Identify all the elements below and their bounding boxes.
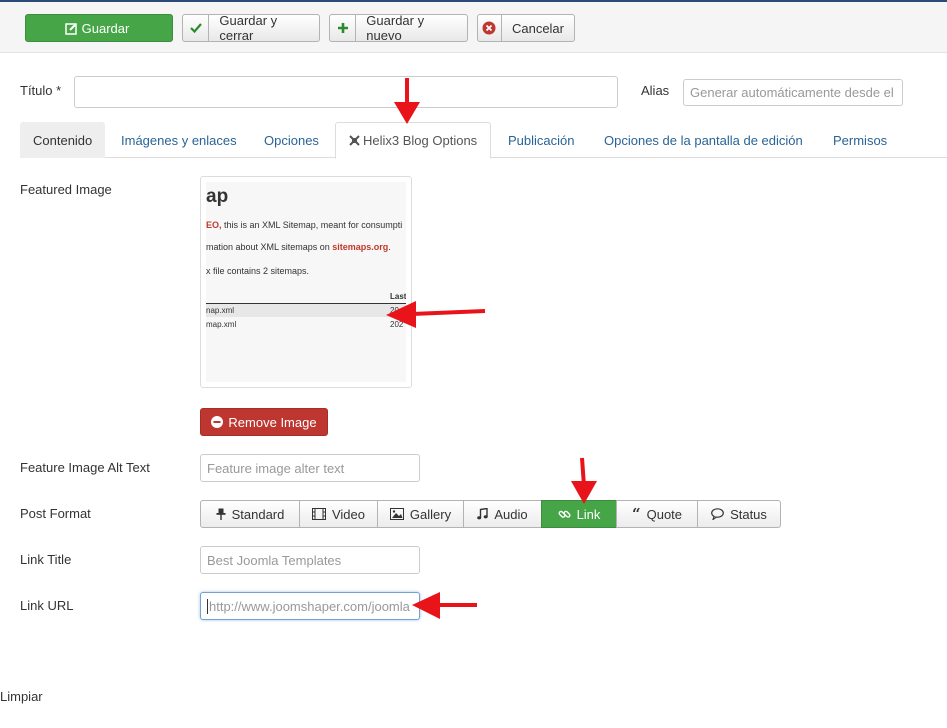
link-title-input[interactable]: Best Joomla Templates <box>200 546 420 574</box>
clear-link[interactable]: Limpiar <box>0 689 43 704</box>
format-audio-label: Audio <box>494 506 528 522</box>
alt-text-label: Feature Image Alt Text <box>20 460 150 475</box>
annotation-arrow-thumbnail <box>386 301 486 328</box>
remove-image-button[interactable]: Remove Image <box>200 408 328 436</box>
format-audio-button[interactable]: Audio <box>463 500 542 528</box>
tab-opciones-pantalla-edicion[interactable]: Opciones de la pantalla de edición <box>591 122 816 158</box>
minus-circle-icon <box>211 416 224 428</box>
annotation-arrow-link-button <box>571 457 597 504</box>
quote-icon: “ <box>631 505 641 523</box>
format-status-label: Status <box>730 506 767 522</box>
title-label: Título * <box>20 83 62 98</box>
thumb-line2-b: sitemaps.org <box>332 242 389 252</box>
save-new-label: Guardar y nuevo <box>366 13 425 43</box>
format-quote-label: Quote <box>646 506 683 522</box>
picture-icon <box>389 508 404 520</box>
tab-bar: Contenido Imágenes y enlaces Opciones He… <box>20 122 947 159</box>
format-gallery-label: Gallery <box>409 506 452 522</box>
music-note-icon <box>477 508 489 520</box>
annotation-arrow-tab <box>394 78 420 124</box>
cancel-icon <box>478 15 502 41</box>
thumb-line2-a: mation about XML sitemaps on <box>206 242 333 252</box>
tab-publicacion[interactable]: Publicación <box>495 122 588 158</box>
remove-image-label: Remove Image <box>228 414 317 430</box>
save-close-label: Guardar y cerrar <box>219 13 278 43</box>
alt-text-input[interactable]: Feature image alter text <box>200 454 420 482</box>
film-icon <box>311 508 326 520</box>
featured-image-thumbnail: ap EO, this is an XML Sitemap, meant for… <box>200 176 412 388</box>
thumb-line1-b: this is an XML Sitemap, meant for consum… <box>221 220 403 230</box>
tab-helix3-blog-options[interactable]: Helix3 Blog Options <box>335 122 492 159</box>
cancel-label: Cancelar <box>511 20 564 36</box>
comment-icon <box>711 508 724 520</box>
post-format-label: Post Format <box>20 506 91 521</box>
plus-icon <box>330 15 357 41</box>
save-label: Guardar <box>81 20 130 36</box>
save-close-button[interactable]: Guardar y cerrar <box>182 13 320 43</box>
thumb-row1: nap.xml <box>206 306 235 315</box>
featured-image-label: Featured Image <box>20 182 112 197</box>
format-link-label: Link <box>576 506 601 522</box>
tab-contenido[interactable]: Contenido <box>20 122 106 158</box>
link-title-label: Link Title <box>20 552 72 567</box>
check-icon <box>183 15 210 41</box>
format-standard-button[interactable]: Standard <box>200 500 300 528</box>
cancel-button[interactable]: Cancelar <box>477 14 575 42</box>
thumb-line3: x file contains 2 sitemaps. <box>206 266 310 276</box>
joomla-icon <box>349 135 360 146</box>
save-new-button[interactable]: Guardar y nuevo <box>329 13 468 43</box>
format-quote-button[interactable]: “ Quote <box>616 500 698 528</box>
tab-helix3-label: Helix3 Blog Options <box>363 133 478 148</box>
format-video-label: Video <box>331 506 365 522</box>
annotation-arrow-link-url <box>412 592 477 619</box>
format-gallery-button[interactable]: Gallery <box>377 500 464 528</box>
pushpin-icon <box>216 508 226 520</box>
thumb-heading: ap <box>206 186 229 207</box>
save-button[interactable]: Guardar <box>25 14 173 42</box>
title-input[interactable] <box>74 76 618 108</box>
link-icon <box>558 508 571 521</box>
format-video-button[interactable]: Video <box>299 500 378 528</box>
format-status-button[interactable]: Status <box>697 500 781 528</box>
thumb-row-bg <box>206 304 406 317</box>
edit-icon <box>64 22 78 35</box>
thumb-line1-a: EO, <box>206 220 222 230</box>
tab-permisos[interactable]: Permisos <box>820 122 900 158</box>
text-caret <box>207 598 208 614</box>
alias-input[interactable]: Generar automáticamente desde el <box>683 79 903 106</box>
thumb-row2: map.xml <box>206 320 237 329</box>
format-standard-label: Standard <box>231 506 285 522</box>
tab-imagenes-enlaces[interactable]: Imágenes y enlaces <box>108 122 250 158</box>
alias-label: Alias <box>641 83 670 98</box>
link-url-label: Link URL <box>20 598 74 613</box>
link-url-placeholder: http://www.joomshaper.com/joomla <box>209 598 410 614</box>
tab-opciones[interactable]: Opciones <box>251 122 332 158</box>
toolbar: Guardar Guardar y cerrar Guardar y nuevo… <box>0 0 947 53</box>
link-url-input[interactable]: http://www.joomshaper.com/joomla <box>200 592 420 620</box>
